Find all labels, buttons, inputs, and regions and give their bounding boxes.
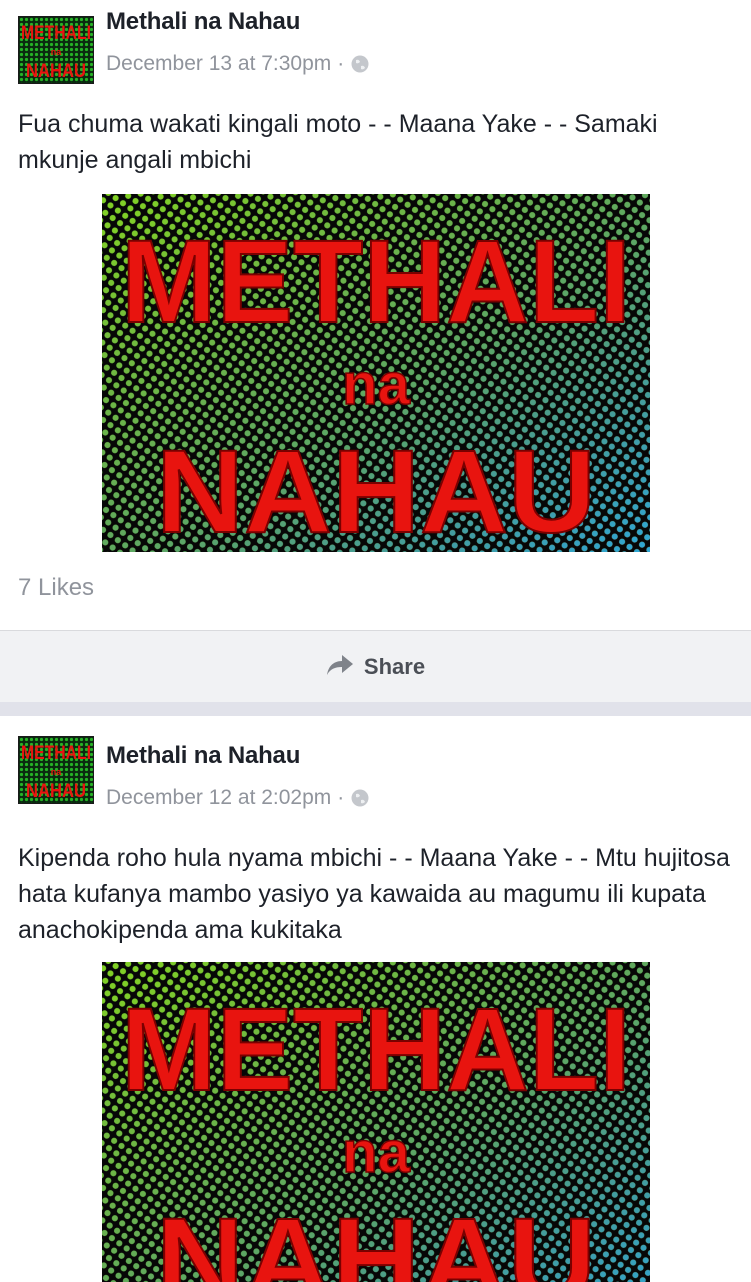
avatar-logo-image: METHALI na NAHAU [19, 737, 93, 803]
page-name-link[interactable]: Methali na Nahau [106, 8, 300, 36]
post-card: METHALI na NAHAU Methali na Nahau Decemb… [0, 716, 751, 1282]
post-text: Kipenda roho hula nyama mbichi - - Maana… [18, 844, 730, 944]
likes-count[interactable]: 7 Likes [18, 574, 94, 602]
page-avatar[interactable]: METHALI na NAHAU [18, 16, 94, 84]
svg-text:METHALI: METHALI [121, 984, 631, 1116]
share-arrow-icon [326, 653, 354, 682]
svg-text:NAHAU: NAHAU [156, 426, 596, 552]
svg-text:na: na [51, 47, 62, 57]
page-avatar[interactable]: METHALI na NAHAU [18, 736, 94, 804]
post-image[interactable]: METHALI na NAHAU [102, 194, 650, 552]
svg-text:NAHAU: NAHAU [156, 1194, 596, 1282]
post-meta: December 13 at 7:30pm · [106, 52, 370, 76]
post-image[interactable]: METHALI na NAHAU [102, 962, 650, 1282]
feed-separator [0, 702, 751, 716]
methali-image: METHALI na NAHAU [102, 194, 650, 552]
svg-text:na: na [342, 352, 410, 417]
methali-image: METHALI na NAHAU [102, 962, 650, 1282]
svg-text:na: na [342, 1120, 410, 1185]
svg-text:na: na [51, 767, 62, 777]
svg-text:NAHAU: NAHAU [26, 781, 86, 802]
svg-text:METHALI: METHALI [21, 743, 91, 764]
svg-text:NAHAU: NAHAU [26, 61, 86, 82]
meta-separator: · [337, 52, 345, 75]
avatar-logo-image: METHALI na NAHAU [19, 17, 93, 83]
post-timestamp[interactable]: December 12 at 2:02pm [106, 786, 331, 810]
post-meta: December 12 at 2:02pm · [106, 786, 370, 810]
svg-text:METHALI: METHALI [121, 216, 631, 348]
page-name-link[interactable]: Methali na Nahau [106, 742, 300, 770]
svg-text:METHALI: METHALI [21, 23, 91, 44]
globe-icon [350, 788, 370, 808]
globe-icon [350, 54, 370, 74]
post-card: METHALI na NAHAU Methali na Nahau Decemb… [0, 0, 751, 630]
share-button[interactable]: Share [0, 630, 751, 703]
share-label: Share [363, 654, 426, 679]
meta-separator: · [337, 786, 345, 809]
post-text: Fua chuma wakati kingali moto - - Maana … [18, 110, 658, 174]
post-timestamp[interactable]: December 13 at 7:30pm [106, 52, 331, 76]
